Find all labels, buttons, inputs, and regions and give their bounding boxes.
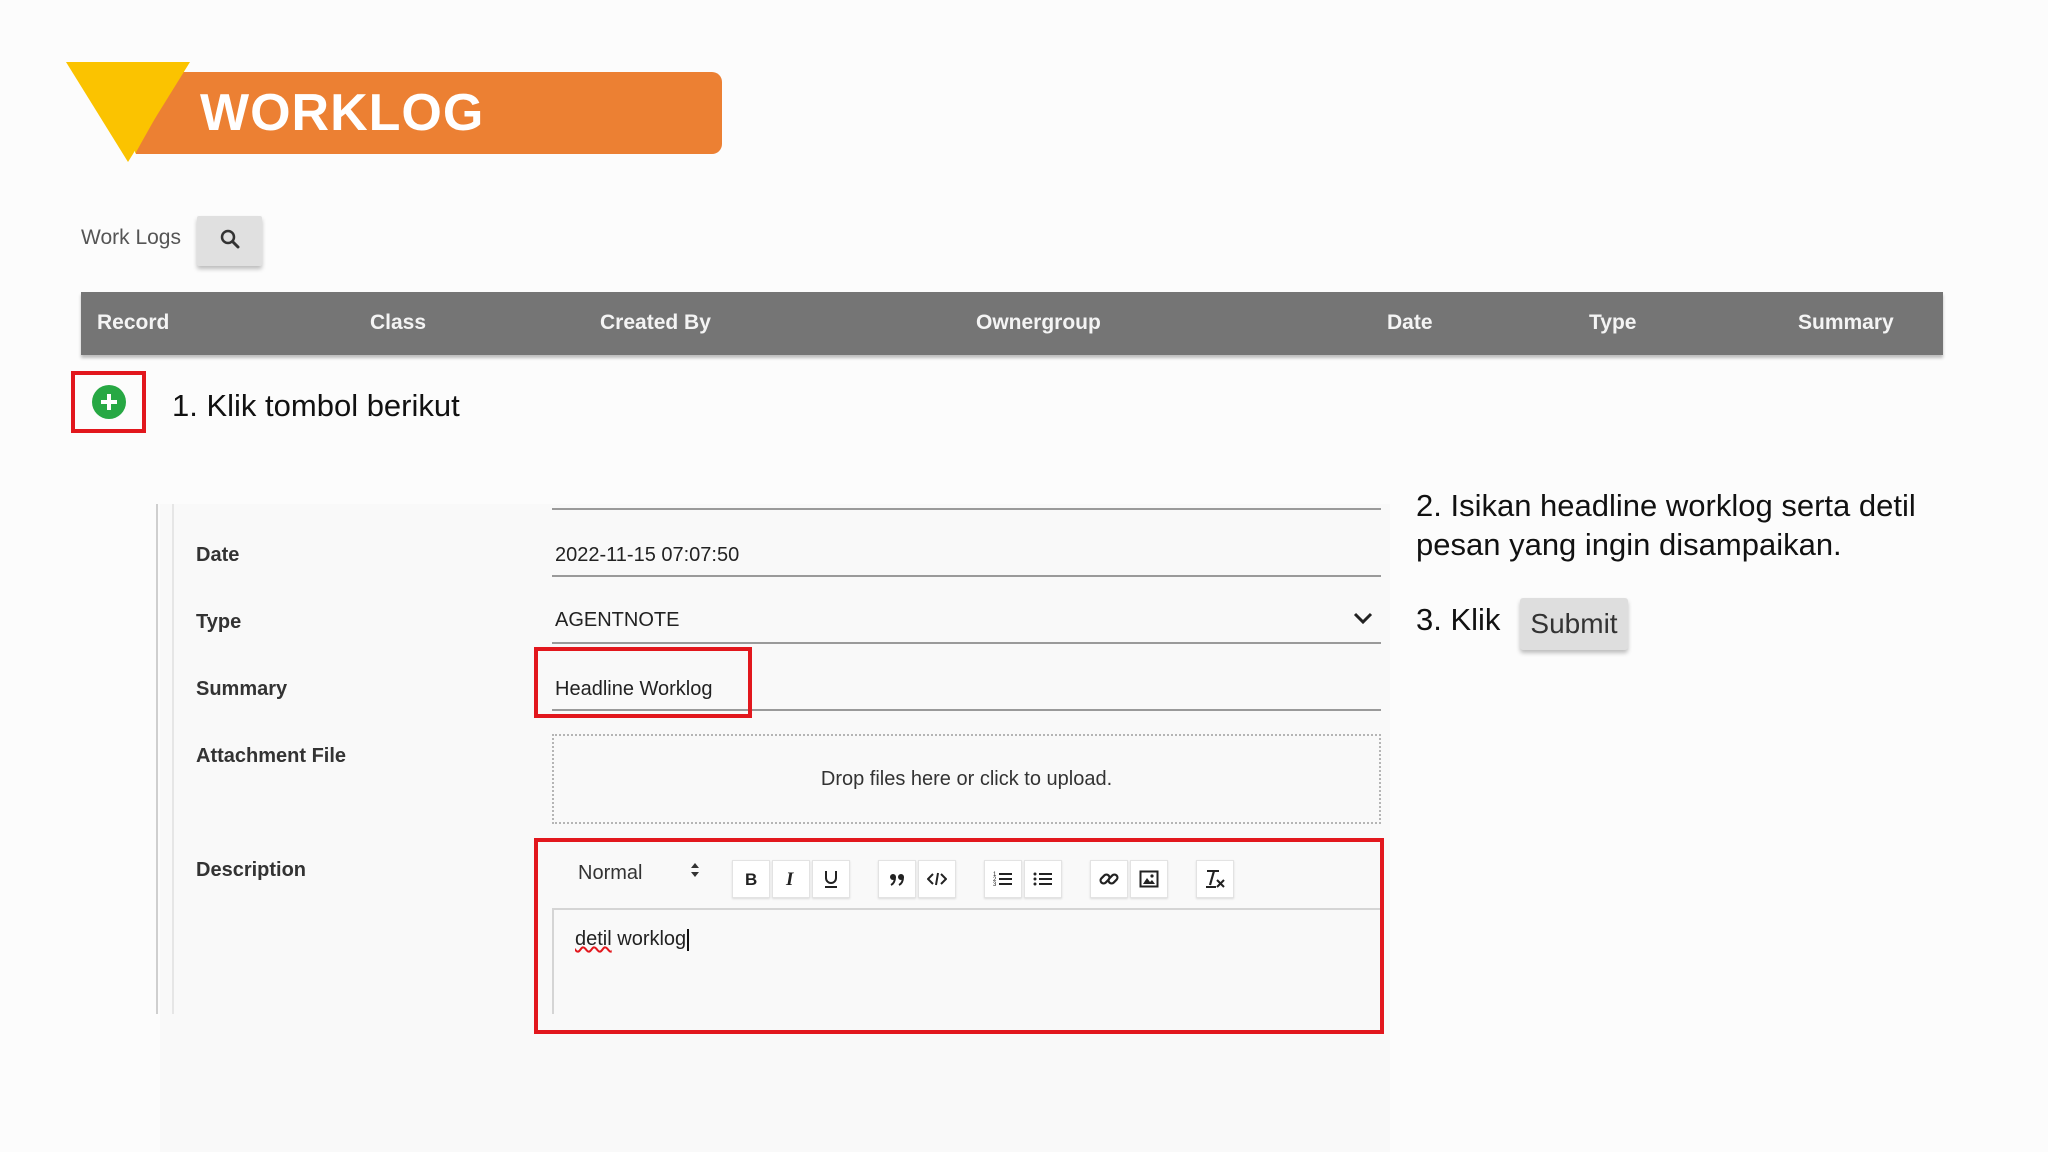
column-header-date[interactable]: Date xyxy=(1387,311,1433,335)
summary-label: Summary xyxy=(196,678,288,700)
column-header-created-by[interactable]: Created By xyxy=(600,311,711,335)
submit-button[interactable]: Submit xyxy=(1520,598,1628,650)
date-underline xyxy=(552,575,1381,577)
banner-title: WORKLOG xyxy=(200,84,485,142)
column-header-ownergroup[interactable]: Ownergroup xyxy=(976,311,1101,335)
chevron-down-icon[interactable] xyxy=(1353,611,1373,630)
date-field[interactable]: 2022-11-15 07:07:50 xyxy=(555,544,739,567)
column-header-type[interactable]: Type xyxy=(1589,311,1636,335)
step2-line1: 2. Isikan headline worklog serta detil xyxy=(1416,488,1916,523)
add-worklog-button[interactable] xyxy=(92,385,126,419)
type-select[interactable]: AGENTNOTE xyxy=(555,609,679,632)
step2-instruction: 2. Isikan headline worklog serta detil p… xyxy=(1416,486,2016,564)
file-dropzone[interactable]: Drop files here or click to upload. xyxy=(552,734,1381,824)
column-header-summary[interactable]: Summary xyxy=(1798,311,1894,335)
panel-divider-inner xyxy=(172,504,174,1014)
form-top-line xyxy=(552,508,1381,510)
plus-circle-icon xyxy=(101,394,117,410)
panel-divider xyxy=(156,504,158,1014)
summary-highlight xyxy=(534,647,752,718)
column-header-record[interactable]: Record xyxy=(97,311,169,335)
search-button[interactable] xyxy=(197,216,262,266)
worklogs-label: Work Logs xyxy=(81,226,181,249)
worklog-form-panel xyxy=(160,504,1390,1152)
type-underline xyxy=(552,642,1381,644)
description-label: Description xyxy=(196,859,307,881)
step3-instruction: 3. Klik xyxy=(1416,602,1501,637)
step1-instruction: 1. Klik tombol berikut xyxy=(172,388,460,423)
banner-triangle xyxy=(66,62,190,162)
worklog-table-header: Record Class Created By Ownergroup Date … xyxy=(81,292,1943,355)
attachment-label: Attachment File xyxy=(196,745,347,767)
search-icon xyxy=(220,229,240,254)
description-highlight xyxy=(534,838,1384,1034)
type-label: Type xyxy=(196,611,242,633)
date-label: Date xyxy=(196,544,240,566)
column-header-class[interactable]: Class xyxy=(370,311,426,335)
step2-line2: pesan yang ingin disampaikan. xyxy=(1416,527,1842,562)
